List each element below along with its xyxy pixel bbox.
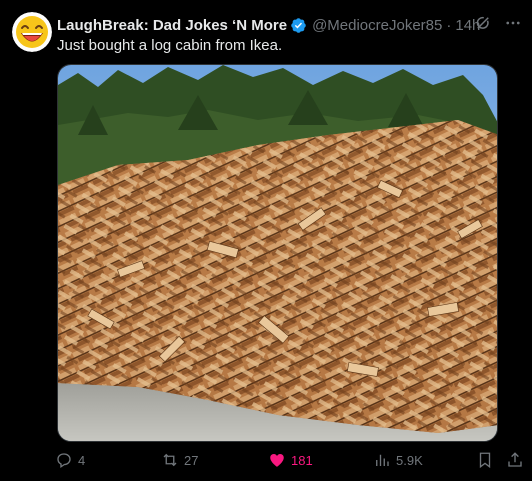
- views-count: 5.9K: [396, 452, 423, 468]
- reply-button[interactable]: 4: [55, 451, 85, 469]
- verified-badge-icon[interactable]: [290, 17, 307, 34]
- more-icon[interactable]: [504, 14, 522, 37]
- share-button[interactable]: [506, 451, 524, 469]
- views-button[interactable]: 5.9K: [373, 451, 423, 469]
- post-header: LaughBreak: Dad Jokes ‘N More @MediocreJ…: [57, 15, 522, 35]
- laughing-face-emoji-avatar-icon: [12, 12, 52, 52]
- like-count: 181: [291, 452, 313, 468]
- separator-dot: ·: [446, 16, 452, 34]
- post-image[interactable]: [57, 64, 498, 442]
- avatar[interactable]: [12, 12, 52, 52]
- reply-icon: [57, 453, 71, 469]
- like-button[interactable]: 181: [268, 451, 313, 469]
- post-actions: 4 27 181 5.9K: [55, 451, 525, 473]
- share-icon: [508, 452, 522, 467]
- firewood-pile-image: [58, 65, 497, 441]
- post-text: Just bought a log cabin from Ikea.: [57, 37, 283, 54]
- header-actions: [474, 14, 522, 37]
- heart-icon: [270, 454, 284, 467]
- repost-icon: [163, 453, 177, 467]
- repost-count: 27: [184, 452, 199, 468]
- bookmark-button[interactable]: [476, 451, 494, 469]
- author-name[interactable]: LaughBreak: Dad Jokes ‘N More: [57, 17, 287, 34]
- bookmark-icon: [479, 452, 491, 469]
- reply-count: 4: [78, 452, 86, 468]
- grok-icon[interactable]: [474, 14, 492, 37]
- repost-button[interactable]: 27: [161, 451, 198, 469]
- author-handle[interactable]: @MediocreJoker85: [312, 17, 442, 34]
- views-icon: [376, 454, 389, 466]
